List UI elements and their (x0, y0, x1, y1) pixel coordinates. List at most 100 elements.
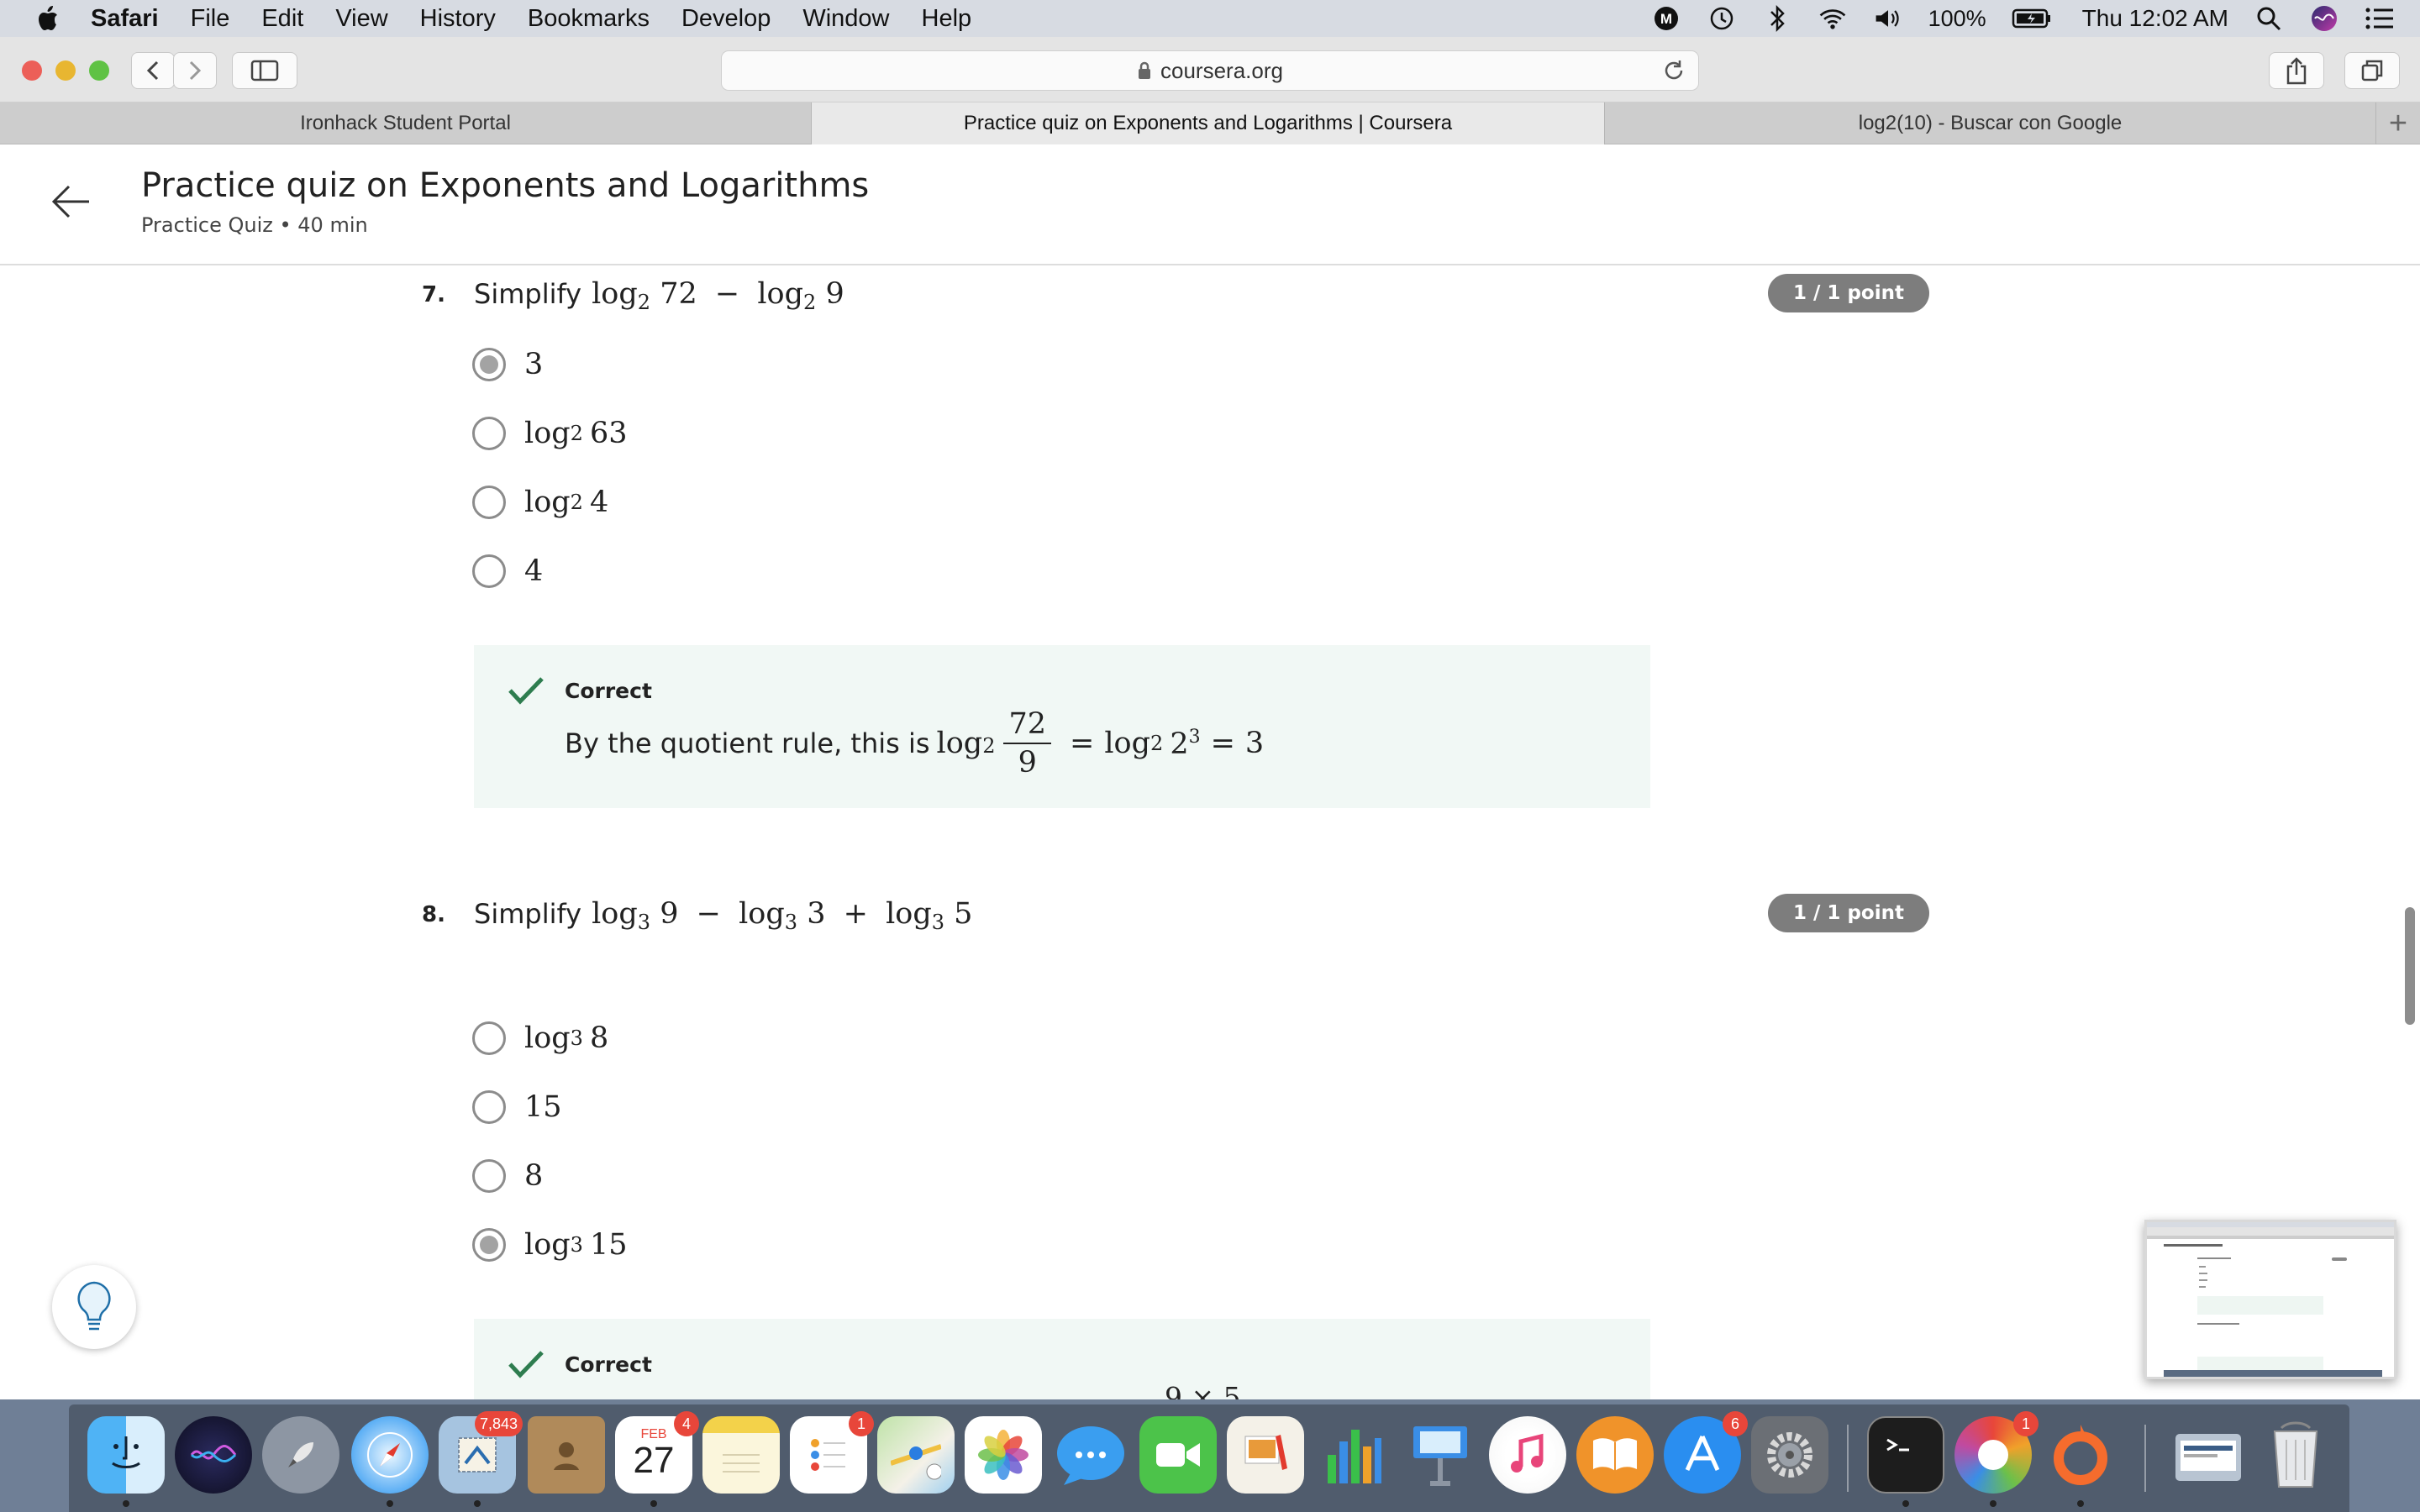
screenshot-thumbnail[interactable] (2144, 1220, 2396, 1379)
radio-button[interactable] (472, 486, 506, 519)
radio-button[interactable] (472, 1159, 506, 1193)
screenshot-app-icon[interactable]: 1 (1954, 1411, 2039, 1494)
question-prompt: Simplify log2 72 − log2 9 (474, 277, 844, 314)
running-indicator (1902, 1500, 1909, 1507)
menu-view[interactable]: View (335, 5, 387, 33)
bluetooth-icon[interactable] (1762, 3, 1792, 34)
option-text: 4 (524, 554, 544, 588)
menu-history[interactable]: History (420, 5, 496, 33)
tab-overview-button[interactable] (2344, 52, 2400, 89)
running-indicator (2077, 1500, 2084, 1507)
battery-icon[interactable] (2012, 3, 2052, 34)
scrollbar-thumb[interactable] (2405, 907, 2415, 1025)
back-arrow-icon[interactable] (49, 180, 92, 223)
answer-option[interactable]: 4 (472, 554, 543, 588)
music-icon[interactable] (1489, 1416, 1566, 1494)
trash-can-icon (2273, 1421, 2318, 1488)
facetime-icon[interactable] (1139, 1416, 1217, 1494)
question-number: 7. (422, 282, 445, 307)
mail-icon[interactable]: 7,843 (439, 1411, 523, 1494)
answer-option[interactable]: log 3 8 (472, 1021, 608, 1055)
power-exponent: 3 (1188, 726, 1201, 748)
time-machine-icon[interactable] (1707, 3, 1737, 34)
siri-icon[interactable] (2309, 3, 2339, 34)
feedback-title: Correct (565, 1352, 652, 1377)
math-minus: − (714, 277, 740, 311)
photos-icon[interactable] (965, 1416, 1042, 1494)
radio-button-selected[interactable] (472, 1228, 506, 1262)
volume-icon[interactable] (1873, 3, 1903, 34)
menu-window[interactable]: Window (802, 5, 889, 33)
minimize-window-button[interactable] (55, 60, 76, 81)
tab-coursera[interactable]: Practice quiz on Exponents and Logarithm… (812, 102, 1605, 144)
safari-dock-icon[interactable] (351, 1416, 429, 1494)
tab-ironhack[interactable]: Ironhack Student Portal (0, 102, 812, 144)
answer-option[interactable]: 15 (472, 1090, 562, 1124)
notification-center-icon[interactable] (2365, 3, 2395, 34)
sidebar-toggle-button[interactable] (232, 52, 297, 89)
math-log: log (524, 417, 571, 450)
notes-icon[interactable] (702, 1416, 780, 1494)
clock[interactable]: Thu 12:02 AM (2082, 5, 2228, 32)
contacts-icon[interactable] (528, 1416, 605, 1494)
math-plus: + (843, 897, 868, 931)
tab-google-search[interactable]: log2(10) - Buscar con Google (1605, 102, 2376, 144)
menu-develop[interactable]: Develop (681, 5, 771, 33)
menu-bookmarks[interactable]: Bookmarks (528, 5, 650, 33)
reload-icon[interactable] (1661, 58, 1686, 83)
messages-icon[interactable] (1052, 1416, 1129, 1494)
reminders-icon[interactable]: 1 (790, 1411, 874, 1494)
wifi-icon[interactable] (1818, 3, 1848, 34)
dock: 7,843 FEB 27 4 1 6 1 (69, 1404, 2349, 1512)
menu-help[interactable]: Help (922, 5, 972, 33)
answer-option[interactable]: 3 (472, 348, 543, 381)
back-button[interactable] (131, 52, 175, 89)
app-store-icon[interactable]: 6 (1664, 1411, 1748, 1494)
terminal-icon[interactable] (1867, 1416, 1944, 1494)
running-indicator (387, 1500, 393, 1507)
zoom-window-button[interactable] (89, 60, 109, 81)
forward-button[interactable] (173, 52, 217, 89)
menu-app-safari[interactable]: Safari (91, 5, 159, 33)
radio-button[interactable] (472, 1021, 506, 1055)
preview-icon[interactable] (1227, 1416, 1304, 1494)
trash-icon[interactable] (2257, 1416, 2334, 1494)
math-base: 2 (982, 734, 996, 758)
radio-button[interactable] (472, 1090, 506, 1124)
spotlight-search-icon[interactable] (2254, 3, 2284, 34)
math-value: 5 (954, 897, 973, 931)
app-badge: 1 (2013, 1411, 2039, 1436)
keynote-icon[interactable] (1402, 1416, 1479, 1494)
finder-face-icon (112, 1436, 140, 1468)
close-window-button[interactable] (22, 60, 42, 81)
downloads-folder-icon[interactable] (2170, 1416, 2247, 1494)
numbers-icon[interactable] (1314, 1416, 1392, 1494)
launchpad-icon[interactable] (262, 1416, 339, 1494)
maps-icon[interactable] (877, 1416, 955, 1494)
finder-icon[interactable] (87, 1416, 165, 1494)
answer-option[interactable]: log 2 63 (472, 417, 628, 450)
math-equals: = (1070, 727, 1095, 760)
share-button[interactable] (2269, 52, 2324, 89)
answer-option[interactable]: log 3 15 (472, 1228, 628, 1262)
books-icon[interactable] (1576, 1416, 1654, 1494)
system-preferences-icon[interactable] (1751, 1416, 1828, 1494)
menu-file[interactable]: File (191, 5, 230, 33)
radio-button-selected[interactable] (472, 348, 506, 381)
svg-text:M: M (1660, 11, 1672, 27)
answer-option[interactable]: log 2 4 (472, 486, 608, 519)
answer-option[interactable]: 8 (472, 1159, 543, 1193)
apple-logo-icon[interactable] (32, 2, 66, 35)
calendar-icon[interactable]: FEB 27 4 (615, 1411, 699, 1494)
siri-dock-icon[interactable] (175, 1416, 252, 1494)
radio-button[interactable] (472, 417, 506, 450)
radio-button[interactable] (472, 554, 506, 588)
question-math: log3 9 − log3 3 + log3 5 (592, 897, 972, 934)
help-lightbulb-button[interactable] (52, 1265, 136, 1349)
new-tab-button[interactable]: + (2376, 102, 2420, 144)
origin-icon[interactable] (2042, 1416, 2119, 1494)
menu-edit[interactable]: Edit (261, 5, 303, 33)
power-base: 2 (1170, 727, 1189, 761)
address-bar[interactable]: coursera.org (721, 50, 1699, 91)
m-app-icon[interactable]: M (1651, 3, 1681, 34)
